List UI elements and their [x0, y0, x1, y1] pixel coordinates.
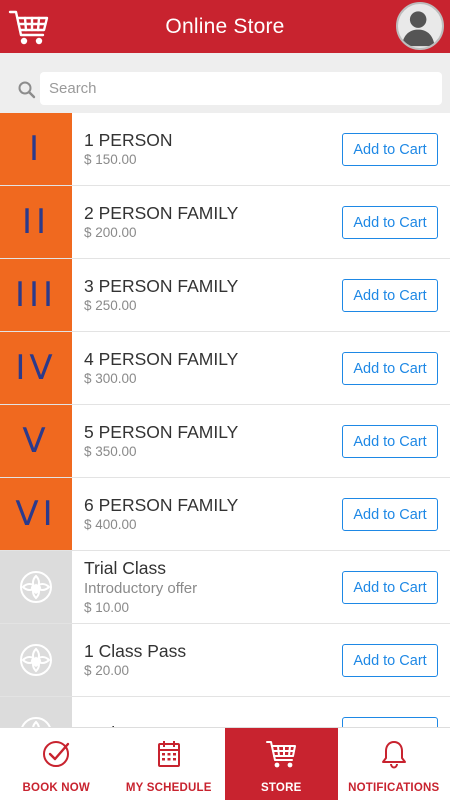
product-price: $ 300.00 [84, 371, 137, 386]
product-info: 1 Class Pass $ 20.00 [84, 624, 186, 696]
user-avatar-icon [401, 11, 435, 47]
product-info: 5 PERSON FAMILY $ 350.00 [84, 405, 238, 477]
tier-numeral: II [21, 202, 51, 242]
product-info: 1 PERSON $ 150.00 [84, 113, 173, 185]
product-price: $ 10.00 [84, 600, 130, 615]
product-price: $ 250.00 [84, 298, 137, 313]
tier-numeral: IV [15, 348, 57, 388]
bell-icon [378, 738, 410, 775]
tier-numeral: III [14, 275, 58, 315]
tab-book-now[interactable]: BOOK NOW [0, 728, 113, 800]
product-row[interactable]: V 5 PERSON FAMILY $ 350.00 Add to Cart [0, 405, 450, 478]
product-tile [0, 697, 72, 727]
cart-icon [265, 738, 297, 775]
product-info: 3 PERSON FAMILY $ 250.00 [84, 259, 238, 331]
product-info: Trial Class Introductory offer $ 10.00 [84, 551, 197, 623]
product-name: 2 PERSON FAMILY [84, 203, 239, 223]
product-row[interactable]: Trial Class Introductory offer $ 10.00 Add … [0, 551, 450, 624]
product-price: $ 200.00 [84, 225, 137, 240]
product-row[interactable]: II 2 PERSON FAMILY $ 200.00 Add to Cart [0, 186, 450, 259]
lotus-logo-icon [21, 717, 51, 727]
calendar-icon [153, 738, 185, 775]
product-row[interactable]: IV 4 PERSON FAMILY $ 300.00 Add to Cart [0, 332, 450, 405]
product-name: 6 PERSON FAMILY [84, 495, 239, 515]
search-icon [18, 81, 36, 99]
add-to-cart-button[interactable]: Add to Cart [342, 571, 438, 604]
product-tile [0, 551, 72, 623]
product-price: $ 350.00 [84, 444, 137, 459]
product-price: $ 20.00 [84, 663, 130, 678]
product-name: 1 Class Pass [84, 641, 187, 661]
product-name: 1 PERSON [84, 130, 173, 150]
cart-logo-icon[interactable] [8, 9, 50, 47]
product-tile [0, 624, 72, 696]
tab-store[interactable]: STORE [225, 728, 338, 800]
product-info: 4 PERSON FAMILY $ 300.00 [84, 332, 238, 404]
add-to-cart-button[interactable]: Add to Cart [342, 206, 438, 239]
product-info: 6 PERSON FAMILY $ 400.00 [84, 478, 238, 550]
product-subtitle: Introductory offer [84, 580, 198, 597]
product-tile: V [0, 405, 72, 477]
bottom-tab-bar: BOOK NOW MY SCHEDULE STORE NOTIFICATIONS [0, 727, 450, 800]
product-row[interactable]: III 3 PERSON FAMILY $ 250.00 Add to Cart [0, 259, 450, 332]
tab-label: MY SCHEDULE [125, 782, 212, 794]
tier-numeral: VI [15, 494, 57, 534]
product-name: Trial Class [84, 558, 166, 578]
product-info: 2 PERSON FAMILY $ 200.00 [84, 186, 238, 258]
avatar[interactable] [396, 2, 444, 50]
product-price: $ 400.00 [84, 517, 137, 532]
product-tile: VI [0, 478, 72, 550]
tab-my-schedule[interactable]: MY SCHEDULE [113, 728, 226, 800]
add-to-cart-button[interactable]: Add to Cart [342, 352, 438, 385]
product-info: 5 Class Pass [84, 697, 186, 727]
tier-numeral: I [28, 129, 44, 169]
tier-numeral: V [22, 421, 50, 461]
add-to-cart-button[interactable]: Add to Cart [342, 717, 438, 727]
product-row[interactable]: 1 Class Pass $ 20.00 Add to Cart [0, 624, 450, 697]
product-list: I 1 PERSON $ 150.00 Add to Cart II 2 PERSON F… [0, 113, 450, 727]
product-row[interactable]: I 1 PERSON $ 150.00 Add to Cart [0, 113, 450, 186]
product-tile: IV [0, 332, 72, 404]
product-name: 4 PERSON FAMILY [84, 349, 239, 369]
search-input[interactable] [40, 72, 442, 105]
tab-label: STORE [261, 782, 302, 794]
lotus-logo-icon [20, 644, 52, 676]
check-circle-icon [40, 738, 72, 775]
add-to-cart-button[interactable]: Add to Cart [342, 133, 438, 166]
product-tile: III [0, 259, 72, 331]
add-to-cart-button[interactable]: Add to Cart [342, 279, 438, 312]
tab-notifications[interactable]: NOTIFICATIONS [338, 728, 450, 800]
app-header: Online Store [0, 0, 450, 53]
tab-label: BOOK NOW [22, 782, 90, 794]
product-name: 5 PERSON FAMILY [84, 422, 239, 442]
product-row[interactable]: VI 6 PERSON FAMILY $ 400.00 Add to Cart [0, 478, 450, 551]
add-to-cart-button[interactable]: Add to Cart [342, 644, 438, 677]
search-bar [0, 53, 450, 113]
product-tile: I [0, 113, 72, 185]
add-to-cart-button[interactable]: Add to Cart [342, 425, 438, 458]
lotus-logo-icon [20, 571, 52, 603]
product-name: 3 PERSON FAMILY [84, 276, 239, 296]
page-title: Online Store [165, 14, 285, 38]
tab-label: NOTIFICATIONS [348, 782, 440, 794]
product-row[interactable]: 5 Class Pass Add to Cart [0, 697, 450, 727]
product-price: $ 150.00 [84, 152, 137, 167]
product-tile: II [0, 186, 72, 258]
add-to-cart-button[interactable]: Add to Cart [342, 498, 438, 531]
